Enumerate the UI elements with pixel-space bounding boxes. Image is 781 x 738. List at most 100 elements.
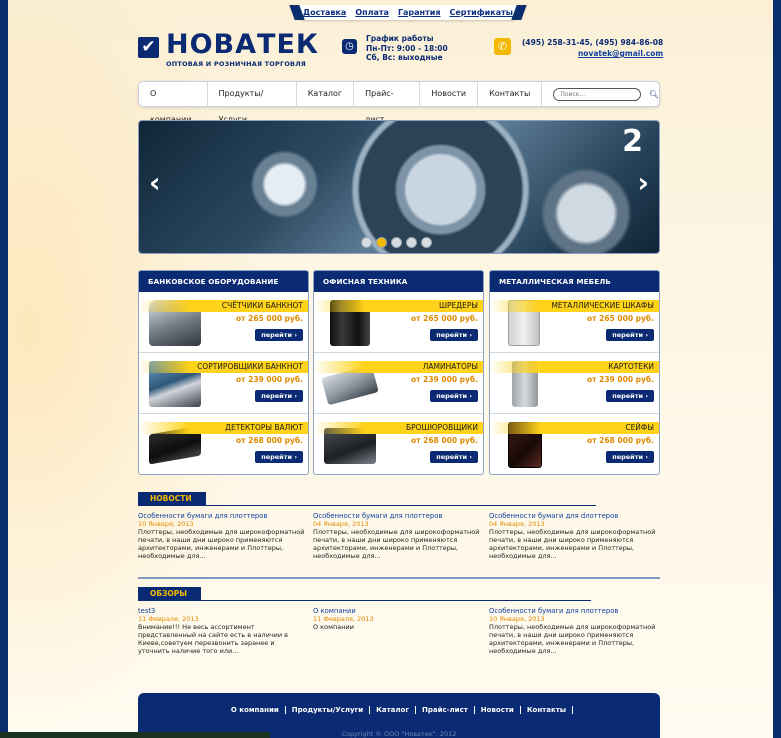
nav-item-contacts[interactable]: Контакты: [478, 81, 543, 107]
category-title: ОФИСНАЯ ТЕХНИКА: [314, 271, 483, 292]
footer-link-contacts[interactable]: Контакты: [521, 706, 574, 714]
slider-dot[interactable]: [421, 237, 432, 248]
product-row[interactable]: БРОШЮРОВЩИКИ от 268 000 руб. перейти ›: [314, 414, 483, 474]
news-date: 04 Января, 2013: [313, 520, 369, 528]
product-title[interactable]: МЕТАЛЛИЧЕСКИЕ ШКАФЫ: [490, 300, 659, 312]
nav-item-news[interactable]: Новости: [420, 81, 479, 107]
news-item: Особенности бумаги для dлоттеров 04 Янва…: [489, 512, 659, 560]
footer-link-news[interactable]: Новости: [475, 706, 521, 714]
toplink-warranty[interactable]: Гарантия: [398, 8, 441, 17]
product-row[interactable]: СОРТИРОВЩИКИ БАНКНОТ от 239 000 руб. пер…: [139, 353, 308, 414]
news-text: Плоттеры, необходимые для широкоформатно…: [138, 528, 305, 560]
news-heading[interactable]: НОВОСТИ: [138, 492, 594, 506]
news-title[interactable]: Особенности бумаги для плоттеров: [138, 512, 308, 520]
logo-subtitle: ОПТОВАЯ И РОЗНИЧНАЯ ТОРГОВЛЯ: [166, 60, 307, 68]
slider-dot[interactable]: [391, 237, 402, 248]
slide-number: 2: [622, 124, 643, 159]
slider-dot[interactable]: [361, 237, 372, 248]
category-banking: БАНКОВСКОЕ ОБОРУДОВАНИЕ СЧЁТЧИКИ БАНКНОТ…: [138, 270, 309, 475]
search-input[interactable]: [553, 87, 641, 101]
banner-next-button[interactable]: ›: [637, 166, 649, 199]
news-item: Особенности бумаги для плоттеров 10 Янва…: [138, 512, 308, 560]
review-text: О компании: [313, 623, 354, 631]
section-divider: [138, 577, 660, 579]
product-title[interactable]: БРОШЮРОВЩИКИ: [314, 422, 483, 434]
nav-item-pricelist[interactable]: Прайс-лист: [354, 81, 421, 124]
product-price: от 268 000 руб.: [411, 436, 478, 445]
logo-title: НОВАТЕК: [166, 29, 319, 60]
news-title[interactable]: Особенности бумаги для плоттеров: [313, 512, 483, 520]
review-text: Внимание!!! Не весь ассортимент представ…: [138, 623, 289, 655]
toplink-payment[interactable]: Оплата: [355, 8, 389, 17]
slider-dot-active[interactable]: [376, 237, 387, 248]
product-title[interactable]: КАРТОТЕКИ: [490, 361, 659, 373]
nav-item-catalog[interactable]: Каталог: [297, 81, 355, 107]
toplink-certificates[interactable]: Сертификаты: [449, 8, 513, 17]
review-text: Плоттеры, необходимые для широкоформатно…: [489, 623, 656, 655]
footer-link-catalog[interactable]: Каталог: [370, 706, 416, 714]
hours-title: График работы: [366, 34, 434, 43]
category-office: ОФИСНАЯ ТЕХНИКА ШРЕДЕРЫ от 265 000 руб. …: [313, 270, 484, 475]
product-row[interactable]: СЧЁТЧИКИ БАНКНОТ от 265 000 руб. перейти…: [139, 292, 308, 353]
product-title[interactable]: СОРТИРОВЩИКИ БАНКНОТ: [139, 361, 308, 373]
slider-dot[interactable]: [406, 237, 417, 248]
search-icon[interactable]: 🔍︎: [649, 90, 659, 99]
product-title[interactable]: СЧЁТЧИКИ БАНКНОТ: [139, 300, 308, 312]
review-item: О компании 11 Февраля, 2013 О компании: [313, 607, 483, 631]
go-button[interactable]: перейти ›: [606, 390, 654, 402]
nav-item-products[interactable]: Продукты/Услуги: [208, 81, 297, 124]
go-button[interactable]: перейти ›: [255, 451, 303, 463]
phone-icon: ✆: [494, 38, 511, 55]
review-title[interactable]: test3: [138, 607, 308, 615]
product-price: от 265 000 руб.: [236, 314, 303, 323]
go-button[interactable]: перейти ›: [606, 451, 654, 463]
product-row[interactable]: СЕЙФЫ от 268 000 руб. перейти ›: [490, 414, 659, 474]
category-title: МЕТАЛЛИЧЕСКАЯ МЕБЕЛЬ: [490, 271, 659, 292]
reviews-heading[interactable]: ОБЗОРЫ: [138, 587, 592, 601]
product-price: от 265 000 руб.: [411, 314, 478, 323]
go-button[interactable]: перейти ›: [255, 329, 303, 341]
product-row[interactable]: МЕТАЛЛИЧЕСКИЕ ШКАФЫ от 265 000 руб. пере…: [490, 292, 659, 353]
go-button[interactable]: перейти ›: [430, 329, 478, 341]
footer-nav: О компании Продукты/Услуги Каталог Прайс…: [138, 706, 660, 714]
footer-link-products[interactable]: Продукты/Услуги: [286, 706, 371, 714]
go-button[interactable]: перейти ›: [606, 329, 654, 341]
logo[interactable]: ✔ НОВАТЕК ОПТОВАЯ И РОЗНИЧНАЯ ТОРГОВЛЯ: [138, 29, 319, 68]
clock-icon: ◷: [342, 39, 357, 54]
news-date: 10 Января, 2013: [138, 520, 194, 528]
review-item: Особенности бумаги для плоттеров 10 Янва…: [489, 607, 659, 655]
page: Доставка Оплата Гарантия Сертификаты ✔ Н…: [8, 0, 773, 738]
go-button[interactable]: перейти ›: [255, 390, 303, 402]
toplink-delivery[interactable]: Доставка: [303, 8, 346, 17]
email-link[interactable]: novatek@gmail.com: [522, 49, 663, 58]
working-hours: ◷ График работы Пн-Пт: 9:00 - 18:00 Сб, …: [342, 34, 448, 63]
slider-dots: [361, 237, 432, 248]
product-title[interactable]: ДЕТЕКТОРЫ ВАЛЮТ: [139, 422, 308, 434]
review-date: 11 Февраля, 2013: [313, 615, 374, 623]
footer-link-pricelist[interactable]: Прайс-лист: [416, 706, 475, 714]
category-title: БАНКОВСКОЕ ОБОРУДОВАНИЕ: [139, 271, 308, 292]
banner-prev-button[interactable]: ‹: [149, 166, 161, 199]
contact-info: ✆ (495) 258-31-45, (495) 984-86-08 novat…: [494, 38, 663, 58]
product-row[interactable]: КАРТОТЕКИ от 239 000 руб. перейти ›: [490, 353, 659, 414]
phone-numbers: (495) 258-31-45, (495) 984-86-08: [522, 38, 664, 47]
go-button[interactable]: перейти ›: [430, 390, 478, 402]
review-date: 11 Февраля, 2013: [138, 615, 199, 623]
review-title[interactable]: О компании: [313, 607, 483, 615]
product-title[interactable]: ШРЕДЕРЫ: [314, 300, 483, 312]
product-row[interactable]: ЛАМИНАТОРЫ от 239 000 руб. перейти ›: [314, 353, 483, 414]
top-links: Доставка Оплата Гарантия Сертификаты: [298, 5, 518, 20]
product-price: от 268 000 руб.: [587, 436, 654, 445]
product-row[interactable]: ДЕТЕКТОРЫ ВАЛЮТ от 268 000 руб. перейти …: [139, 414, 308, 474]
footer-link-about[interactable]: О компании: [225, 706, 286, 714]
nav-item-about[interactable]: О компании: [139, 81, 208, 124]
product-title[interactable]: ЛАМИНАТОРЫ: [314, 361, 483, 373]
category-furniture: МЕТАЛЛИЧЕСКАЯ МЕБЕЛЬ МЕТАЛЛИЧЕСКИЕ ШКАФЫ…: [489, 270, 660, 475]
taskbar: [0, 732, 270, 738]
news-title[interactable]: Особенности бумаги для dлоттеров: [489, 512, 659, 520]
product-row[interactable]: ШРЕДЕРЫ от 265 000 руб. перейти ›: [314, 292, 483, 353]
review-title[interactable]: Особенности бумаги для плоттеров: [489, 607, 659, 615]
main-nav: О компании Продукты/Услуги Каталог Прайс…: [138, 81, 660, 124]
product-title[interactable]: СЕЙФЫ: [490, 422, 659, 434]
go-button[interactable]: перейти ›: [430, 451, 478, 463]
